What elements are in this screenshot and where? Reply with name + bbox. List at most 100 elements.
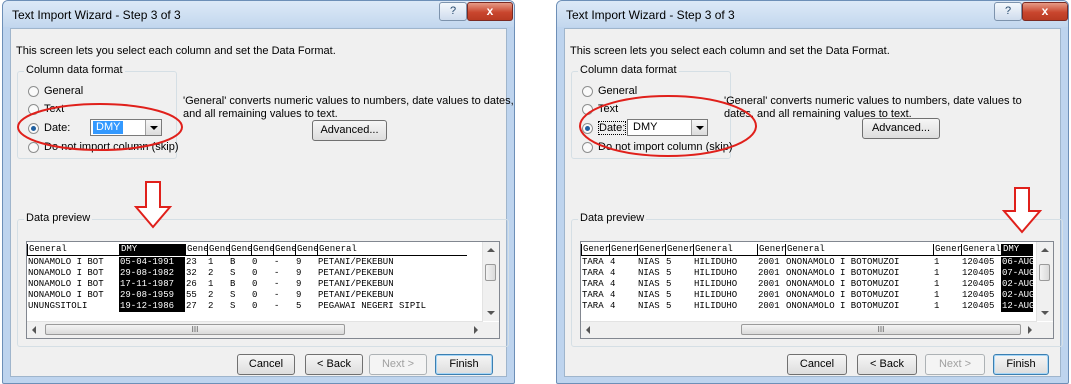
radio-general-circle[interactable] xyxy=(582,85,593,97)
dialog-title: Text Import Wizard - Step 3 of 3 xyxy=(12,8,181,22)
title-bar[interactable]: Text Import Wizard - Step 3 of 3 ? x xyxy=(557,1,1068,27)
radio-skip[interactable]: Do not import column (skip) xyxy=(28,139,179,155)
preview-cell: - xyxy=(274,279,280,289)
scroll-down-icon[interactable] xyxy=(1041,311,1049,315)
horizontal-scrollbar[interactable]: III xyxy=(27,321,483,338)
advanced-button[interactable]: Advanced... xyxy=(312,120,387,141)
scroll-up-icon[interactable] xyxy=(1041,248,1049,252)
preview-cell: 4 xyxy=(610,268,616,278)
preview-cell: TARA xyxy=(582,279,604,289)
scroll-down-icon[interactable] xyxy=(487,311,495,315)
back-button[interactable]: < Back xyxy=(857,354,917,375)
preview-cell: 1 xyxy=(208,279,214,289)
radio-text-label: Text xyxy=(598,103,619,115)
chevron-down-icon[interactable] xyxy=(145,120,161,135)
radio-date-circle[interactable] xyxy=(582,122,593,134)
finish-button[interactable]: Finish xyxy=(435,354,493,375)
preview-column-header[interactable]: General xyxy=(27,244,119,256)
preview-cell: 29-08-1982 xyxy=(119,268,185,279)
radio-general-circle[interactable] xyxy=(28,85,39,97)
preview-cell: 4 xyxy=(610,279,616,289)
preview-cell: 0 xyxy=(252,257,258,267)
title-bar[interactable]: Text Import Wizard - Step 3 of 3 ? x xyxy=(3,1,514,27)
preview-column-header[interactable]: Gener xyxy=(207,244,229,256)
hscroll-thumb[interactable]: III xyxy=(741,324,1021,335)
scroll-thumb[interactable] xyxy=(1039,264,1050,281)
scroll-left-icon[interactable] xyxy=(32,326,36,334)
text-import-wizard-dialog-right: Text Import Wizard - Step 3 of 3 ? x Thi… xyxy=(556,0,1069,384)
preview-column-header[interactable]: Gener xyxy=(295,244,317,256)
preview-cell: 5 xyxy=(666,301,672,311)
preview-column-header[interactable]: Gener xyxy=(609,244,637,256)
preview-cell: 0 xyxy=(252,290,258,300)
scroll-left-icon[interactable] xyxy=(586,326,590,334)
next-button[interactable]: Next > xyxy=(925,354,985,375)
scroll-thumb[interactable] xyxy=(485,264,496,281)
radio-skip[interactable]: Do not import column (skip) xyxy=(582,139,733,155)
preview-cell: 120405 xyxy=(962,268,995,278)
finish-button[interactable]: Finish xyxy=(993,354,1049,375)
close-button[interactable]: x xyxy=(1022,2,1068,21)
scroll-right-icon[interactable] xyxy=(1028,326,1032,334)
preview-column-header[interactable]: General xyxy=(961,244,1001,256)
preview-cell: 55 xyxy=(186,290,197,300)
preview-column-header[interactable]: DMY xyxy=(119,244,185,256)
preview-column-header[interactable]: DMY xyxy=(1001,244,1033,256)
horizontal-scrollbar[interactable]: III xyxy=(581,321,1037,338)
radio-skip-circle[interactable] xyxy=(582,141,593,153)
preview-cell: TARA xyxy=(582,301,604,311)
cancel-button[interactable]: Cancel xyxy=(237,354,295,375)
radio-date[interactable]: Date: xyxy=(28,120,70,136)
preview-cell: 2 xyxy=(208,268,214,278)
preview-column-header[interactable]: Gener xyxy=(229,244,251,256)
data-preview-table[interactable]: Gener Gener Gener Gener General Gener General G… xyxy=(580,241,1054,339)
radio-text-circle[interactable] xyxy=(28,103,39,115)
chevron-down-icon[interactable] xyxy=(691,120,707,135)
next-button[interactable]: Next > xyxy=(369,354,427,375)
date-format-combo[interactable]: DMY xyxy=(627,119,708,136)
back-button[interactable]: < Back xyxy=(305,354,363,375)
help-button[interactable]: ? xyxy=(439,2,467,21)
preview-cell: B xyxy=(230,279,236,289)
advanced-button[interactable]: Advanced... xyxy=(862,118,940,139)
preview-column-header[interactable]: Gener xyxy=(185,244,207,256)
preview-cell: HILIDUHO xyxy=(694,279,738,289)
preview-cell: 5 xyxy=(666,290,672,300)
radio-general[interactable]: General xyxy=(582,83,637,99)
preview-column-header[interactable]: Gener xyxy=(933,244,961,256)
preview-cell: - xyxy=(274,257,280,267)
vertical-scrollbar[interactable] xyxy=(482,242,499,321)
preview-column-header[interactable]: General xyxy=(317,244,467,256)
preview-column-header[interactable]: Gener xyxy=(637,244,665,256)
radio-text[interactable]: Text xyxy=(582,101,618,117)
close-button[interactable]: x xyxy=(467,2,513,21)
radio-text-circle[interactable] xyxy=(582,103,593,115)
scroll-up-icon[interactable] xyxy=(487,248,495,252)
cancel-button[interactable]: Cancel xyxy=(787,354,847,375)
preview-column-header[interactable]: Gener xyxy=(665,244,693,256)
preview-cell: 9 xyxy=(296,290,302,300)
hscroll-thumb[interactable]: III xyxy=(45,324,345,335)
radio-date[interactable]: Date: xyxy=(582,120,627,136)
radio-skip-circle[interactable] xyxy=(28,141,39,153)
preview-column-header[interactable]: General xyxy=(693,244,757,256)
radio-date-circle[interactable] xyxy=(28,122,39,134)
date-format-combo[interactable]: DMY xyxy=(90,119,162,136)
radio-text[interactable]: Text xyxy=(28,101,64,117)
vertical-scrollbar[interactable] xyxy=(1036,242,1053,321)
preview-column-header[interactable]: Gener xyxy=(757,244,785,256)
preview-column-header[interactable]: Gener xyxy=(251,244,273,256)
preview-cell: 2 xyxy=(208,290,214,300)
preview-cell: 5 xyxy=(296,301,302,311)
preview-cell: HILIDUHO xyxy=(694,290,738,300)
help-button[interactable]: ? xyxy=(994,2,1022,21)
data-preview-table[interactable]: GeneralDMYGenerGenerGenerGenerGenerGener… xyxy=(26,241,500,339)
preview-column-header[interactable]: General xyxy=(785,244,933,256)
column-data-format-group: Column data format General Text Date: DM… xyxy=(17,64,179,159)
preview-cell: 4 xyxy=(610,257,616,267)
preview-column-header[interactable]: Gener xyxy=(273,244,295,256)
radio-general[interactable]: General xyxy=(28,83,83,99)
preview-cell: NIAS xyxy=(638,279,660,289)
preview-column-header[interactable]: Gener xyxy=(581,244,609,256)
scroll-right-icon[interactable] xyxy=(474,326,478,334)
